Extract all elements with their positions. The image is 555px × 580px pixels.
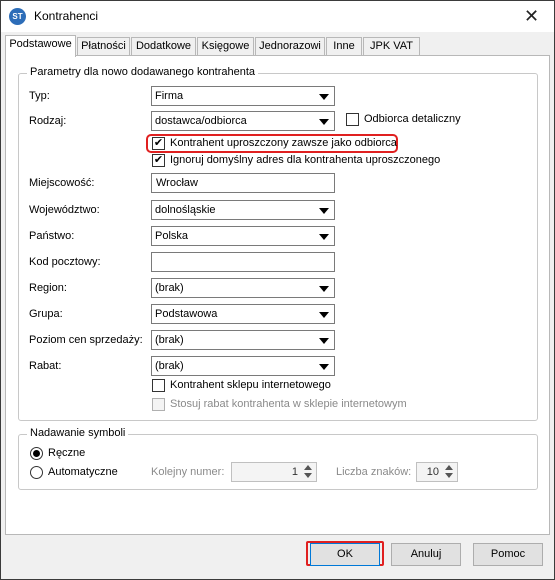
region-select[interactable]: (brak) <box>151 278 335 298</box>
rabat-value: (brak) <box>155 360 184 372</box>
stosuj-rabat-label: Stosuj rabat kontrahenta w sklepie inter… <box>170 398 407 410</box>
grupa-select[interactable]: Podstawowa <box>151 304 335 324</box>
panstwo-select[interactable]: Polska <box>151 226 335 246</box>
tab-jednorazowi[interactable]: Jednorazowi <box>255 37 325 56</box>
wojewodztwo-label: Województwo: <box>29 204 100 216</box>
symbols-legend: Nadawanie symboli <box>27 427 129 439</box>
kolejny-numer-stepper: 1 <box>231 462 317 482</box>
radio-selected-dot <box>33 450 40 457</box>
tab-panel: Parametry dla nowo dodawanego kontrahent… <box>5 55 550 535</box>
region-label: Region: <box>29 282 67 294</box>
poziom-label: Poziom cen sprzedaży: <box>29 334 143 346</box>
tab-jpk-vat[interactable]: JPK VAT <box>363 37 420 56</box>
help-button[interactable]: Pomoc <box>473 543 543 566</box>
automatyczne-label: Automatyczne <box>48 466 118 478</box>
uproszczony-label: Kontrahent uproszczony zawsze jako odbio… <box>170 137 397 149</box>
miejscowosc-value: Wrocław <box>156 177 198 189</box>
tab-platnosci[interactable]: Płatności <box>77 37 130 56</box>
tab-inne[interactable]: Inne <box>326 37 362 56</box>
spin-buttons <box>442 464 456 480</box>
miejscowosc-input[interactable]: Wrocław <box>151 173 335 193</box>
chevron-down-icon <box>319 338 329 344</box>
automatyczne-radio[interactable] <box>30 466 43 479</box>
odbiorca-detaliczny-checkbox[interactable] <box>346 113 359 126</box>
chevron-down-icon <box>319 286 329 292</box>
chevron-down-icon <box>319 234 329 240</box>
grupa-value: Podstawowa <box>155 308 218 320</box>
sklep-checkbox[interactable] <box>152 379 165 392</box>
odbiorca-detaliczny-label: Odbiorca detaliczny <box>364 113 461 125</box>
stosuj-rabat-checkbox <box>152 398 165 411</box>
dialog-window: ST Kontrahenci ✕ Podstawowe Płatności Do… <box>0 0 555 580</box>
liczba-znakow-label: Liczba znaków: <box>336 466 412 478</box>
reczne-label: Ręczne <box>48 447 86 459</box>
spin-up-icon <box>445 465 453 470</box>
rodzaj-select[interactable]: dostawca/odbiorca <box>151 111 335 131</box>
app-icon: ST <box>9 8 26 25</box>
tab-strip: Podstawowe Płatności Dodatkowe Księgowe … <box>5 35 550 57</box>
chevron-down-icon <box>319 94 329 100</box>
params-legend: Parametry dla nowo dodawanego kontrahent… <box>27 66 259 78</box>
kod-input[interactable] <box>151 252 335 272</box>
window-title: Kontrahenci <box>34 9 99 23</box>
poziom-select[interactable]: (brak) <box>151 330 335 350</box>
panstwo-value: Polska <box>155 230 189 242</box>
spin-up-icon <box>304 465 312 470</box>
tab-dodatkowe[interactable]: Dodatkowe <box>131 37 196 56</box>
chevron-down-icon <box>319 312 329 318</box>
rodzaj-value: dostawca/odbiorca <box>155 115 247 127</box>
spin-buttons <box>301 464 315 480</box>
wojewodztwo-value: dolnośląskie <box>155 204 216 216</box>
ignoruj-label: Ignoruj domyślny adres dla kontrahenta u… <box>170 154 441 166</box>
poziom-value: (brak) <box>155 334 184 346</box>
rabat-label: Rabat: <box>29 360 62 372</box>
tab-ksiegowe[interactable]: Księgowe <box>197 37 254 56</box>
miejscowosc-label: Miejscowość: <box>29 177 95 189</box>
tab-podstawowe[interactable]: Podstawowe <box>5 35 76 57</box>
region-value: (brak) <box>155 282 184 294</box>
kod-label: Kod pocztowy: <box>29 256 101 268</box>
grupa-label: Grupa: <box>29 308 63 320</box>
chevron-down-icon <box>319 364 329 370</box>
sklep-label: Kontrahent sklepu internetowego <box>170 379 331 391</box>
kolejny-numer-value: 1 <box>291 466 298 478</box>
liczba-znakow-stepper: 10 <box>416 462 458 482</box>
typ-select[interactable]: Firma <box>151 86 335 106</box>
kolejny-numer-label: Kolejny numer: <box>151 466 225 478</box>
ok-button[interactable]: OK <box>310 543 380 566</box>
chevron-down-icon <box>319 119 329 125</box>
panstwo-label: Państwo: <box>29 230 75 242</box>
close-icon[interactable]: ✕ <box>509 1 554 32</box>
cancel-button[interactable]: Anuluj <box>391 543 461 566</box>
rodzaj-label: Rodzaj: <box>29 115 67 127</box>
liczba-znakow-value: 10 <box>426 466 439 478</box>
typ-label: Typ: <box>29 90 50 102</box>
rabat-select[interactable]: (brak) <box>151 356 335 376</box>
wojewodztwo-select[interactable]: dolnośląskie <box>151 200 335 220</box>
title-bar: ST Kontrahenci ✕ <box>1 1 554 32</box>
typ-value: Firma <box>155 90 184 102</box>
spin-down-icon <box>304 473 312 478</box>
chevron-down-icon <box>319 208 329 214</box>
spin-down-icon <box>445 473 453 478</box>
uproszczony-checkbox[interactable]: ✔ <box>152 137 165 150</box>
reczne-radio[interactable] <box>30 447 43 460</box>
ignoruj-checkbox[interactable]: ✔ <box>152 154 165 167</box>
